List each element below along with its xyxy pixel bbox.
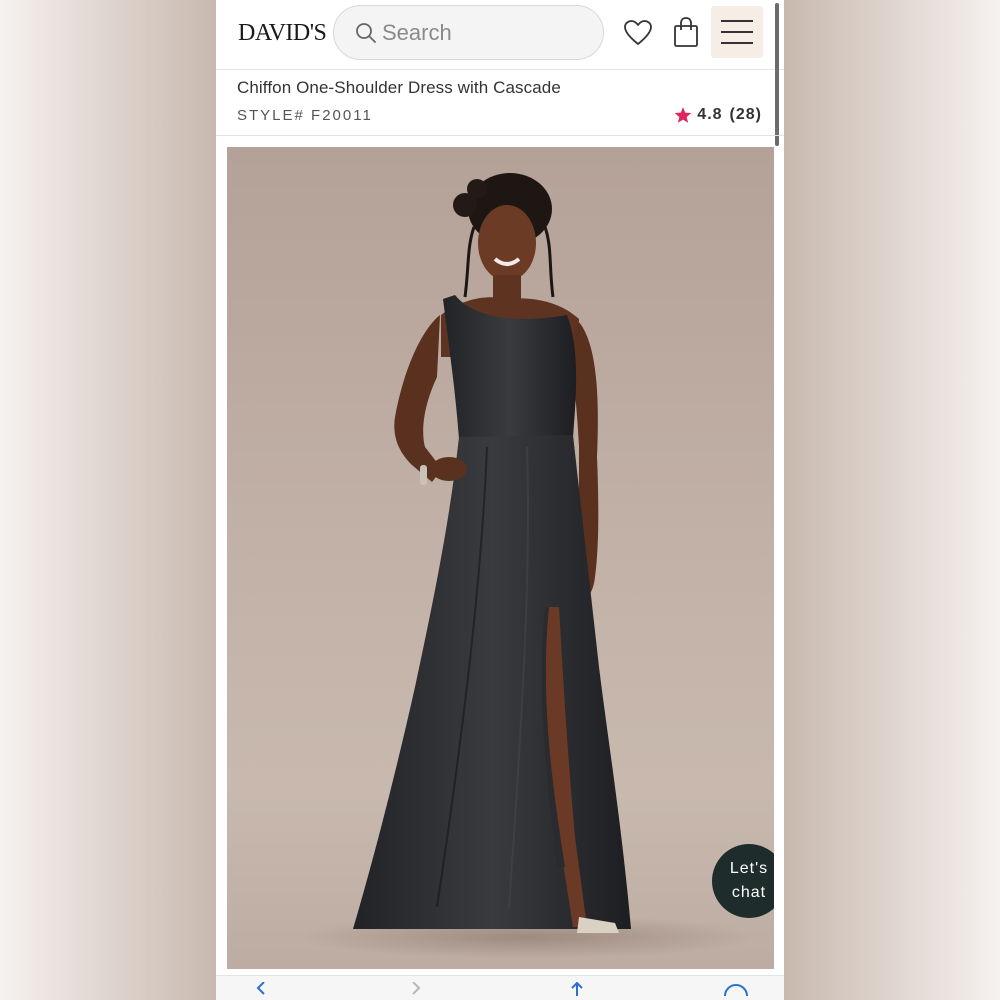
star-icon (675, 107, 692, 123)
phone-screen: DAVID'S Search Chiffon One-Shoulder Dres… (216, 0, 784, 1000)
product-image[interactable]: Let's chat (227, 147, 774, 969)
menu-button[interactable] (711, 6, 763, 58)
wishlist-button[interactable] (620, 15, 656, 51)
share-icon[interactable] (562, 981, 592, 996)
heart-icon (624, 20, 652, 45)
model-illustration (297, 173, 757, 959)
rating-value: 4.8 (697, 106, 723, 123)
search-icon (356, 22, 376, 43)
style-number: STYLE# F20011 (237, 107, 373, 124)
cart-button[interactable] (668, 14, 704, 50)
chat-label-line2: chat (731, 884, 767, 901)
hamburger-menu-icon (721, 20, 753, 44)
rating[interactable]: 4.8 (28) (674, 106, 762, 124)
blurred-background-left (0, 0, 216, 1000)
review-count[interactable]: (28) (730, 106, 762, 124)
compass-icon[interactable] (721, 982, 751, 997)
product-info: Chiffon One-Shoulder Dress with Cascade … (216, 70, 784, 136)
search-input[interactable] (382, 19, 582, 46)
chat-label-line1: Let's (729, 860, 769, 877)
bag-icon (674, 17, 698, 47)
brand-logo[interactable]: DAVID'S (238, 20, 327, 47)
forward-arrow-icon[interactable] (401, 981, 431, 996)
browser-toolbar (216, 975, 784, 1000)
product-title: Chiffon One-Shoulder Dress with Cascade (237, 78, 561, 97)
back-arrow-icon[interactable] (246, 981, 276, 996)
search-bar[interactable] (333, 5, 604, 60)
site-header: DAVID'S (216, 0, 784, 70)
blurred-background-right (784, 0, 1000, 1000)
